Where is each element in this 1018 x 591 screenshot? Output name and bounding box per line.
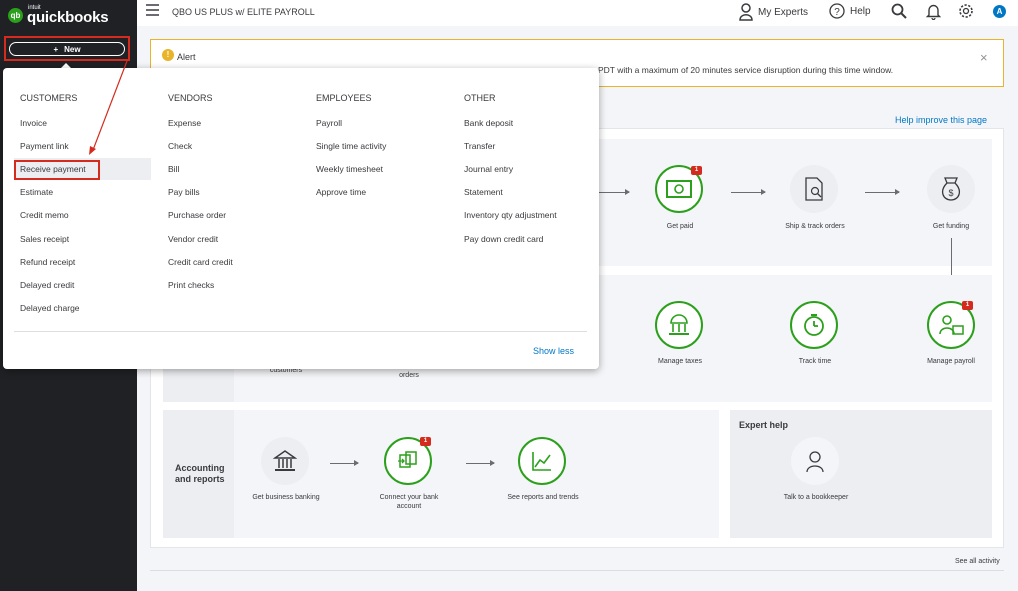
menu-item-check[interactable]: Check — [168, 141, 192, 151]
track-time-icon[interactable] — [790, 301, 838, 349]
new-button[interactable]: + New — [9, 42, 125, 56]
connect-account-icon — [398, 451, 417, 468]
alert-warning-icon: ! — [162, 49, 174, 61]
my-experts-label: My Experts — [758, 6, 809, 18]
line-chart-icon — [532, 452, 551, 471]
menu-column-heading: EMPLOYEES — [316, 93, 372, 103]
notifications-bell-icon[interactable] — [926, 3, 941, 20]
menu-item-statement[interactable]: Statement — [464, 187, 503, 197]
menu-divider — [14, 331, 587, 332]
ship-track-icon[interactable] — [790, 165, 838, 213]
menu-item-print-checks[interactable]: Print checks — [168, 280, 214, 290]
new-button-label: New — [64, 44, 81, 54]
content-divider — [150, 570, 1004, 571]
menu-item-bill[interactable]: Bill — [168, 164, 179, 174]
show-less-link[interactable]: Show less — [533, 346, 574, 356]
qb-logo-icon: qb — [8, 8, 23, 23]
menu-item-estimate[interactable]: Estimate — [20, 187, 53, 197]
ship-track-caption: Ship & track orders — [785, 223, 845, 230]
notification-badge: 1 — [691, 166, 702, 175]
alert-title: Alert — [177, 52, 196, 62]
menu-item-approve-time[interactable]: Approve time — [316, 187, 366, 197]
person-headset-icon — [806, 451, 824, 473]
help-icon: ? — [829, 3, 845, 19]
menu-item-bank-deposit[interactable]: Bank deposit — [464, 118, 513, 128]
business-banking-caption: Get business banking — [252, 494, 320, 501]
flow-arrow — [466, 460, 495, 466]
menu-column-heading: VENDORS — [168, 93, 213, 103]
menu-item-delayed-credit[interactable]: Delayed credit — [20, 280, 74, 290]
user-avatar[interactable]: A — [993, 5, 1006, 18]
plus-icon: + — [53, 44, 59, 54]
see-reports-icon[interactable] — [518, 437, 566, 485]
manage-taxes-icon[interactable] — [655, 301, 703, 349]
svg-text:?: ? — [834, 7, 840, 18]
government-building-icon — [669, 314, 689, 335]
menu-item-pay-down-credit-card[interactable]: Pay down credit card — [464, 234, 543, 244]
company-name: QBO US PLUS w/ ELITE PAYROLL — [172, 7, 315, 17]
bookkeeper-caption: Talk to a bookkeeper — [783, 494, 849, 501]
get-funding-caption: Get funding — [932, 223, 970, 230]
menu-column-heading: OTHER — [464, 93, 496, 103]
menu-item-pay-bills[interactable]: Pay bills — [168, 187, 200, 197]
orders-caption: orders — [399, 372, 419, 379]
connect-bank-caption: Connect your bank account — [379, 494, 439, 510]
alert-message: PDT with a maximum of 20 minutes service… — [598, 65, 894, 75]
track-time-caption: Track time — [798, 358, 832, 365]
flow-arrow — [865, 189, 900, 195]
expert-help-title: Expert help — [739, 420, 789, 430]
row-accounting-body — [234, 410, 719, 538]
settings-gear-icon[interactable] — [958, 3, 974, 19]
my-experts-button[interactable]: My Experts — [739, 3, 808, 21]
document-search-icon — [805, 177, 823, 201]
money-bag-icon: $ — [941, 177, 961, 201]
quickbooks-logo[interactable]: qb intuit quickbooks — [8, 4, 109, 26]
menu-item-credit-card-credit[interactable]: Credit card credit — [168, 257, 233, 267]
cash-icon — [666, 180, 692, 198]
manage-payroll-caption: Manage payroll — [927, 358, 975, 365]
see-reports-caption: See reports and trends — [507, 494, 579, 501]
menu-item-payment-link[interactable]: Payment link — [20, 141, 69, 151]
menu-item-purchase-order[interactable]: Purchase order — [168, 210, 226, 220]
accounting-reports-label: Accounting and reports — [175, 463, 225, 484]
payroll-people-icon — [939, 315, 964, 335]
person-icon — [739, 3, 753, 21]
hamburger-menu-icon[interactable] — [146, 4, 159, 16]
menu-item-receive-payment[interactable]: Receive payment — [20, 164, 86, 174]
bookkeeper-icon[interactable] — [791, 437, 839, 485]
notification-badge: 1 — [962, 301, 973, 310]
menu-item-delayed-charge[interactable]: Delayed charge — [20, 303, 80, 313]
business-banking-icon[interactable] — [261, 437, 309, 485]
manage-taxes-caption: Manage taxes — [658, 358, 702, 365]
stopwatch-icon — [804, 314, 824, 336]
help-label: Help — [850, 5, 871, 17]
svg-text:$: $ — [948, 188, 953, 198]
help-improve-link[interactable]: Help improve this page — [895, 115, 987, 125]
see-all-activity-link[interactable]: See all activity — [955, 558, 1000, 565]
flow-arrow — [597, 189, 630, 195]
menu-item-single-time-activity[interactable]: Single time activity — [316, 141, 386, 151]
menu-item-transfer[interactable]: Transfer — [464, 141, 495, 151]
bank-icon — [273, 450, 297, 471]
menu-item-vendor-credit[interactable]: Vendor credit — [168, 234, 218, 244]
menu-item-journal-entry[interactable]: Journal entry — [464, 164, 513, 174]
menu-item-refund-receipt[interactable]: Refund receipt — [20, 257, 75, 267]
menu-item-expense[interactable]: Expense — [168, 118, 201, 128]
flow-arrow — [330, 460, 359, 466]
get-paid-caption: Get paid — [666, 223, 694, 230]
menu-item-invoice[interactable]: Invoice — [20, 118, 47, 128]
menu-item-weekly-timesheet[interactable]: Weekly timesheet — [316, 164, 383, 174]
menu-item-payroll[interactable]: Payroll — [316, 118, 342, 128]
get-funding-icon[interactable]: $ — [927, 165, 975, 213]
menu-item-inventory-qty-adjustment[interactable]: Inventory qty adjustment — [464, 210, 557, 220]
search-icon[interactable] — [891, 3, 907, 19]
menu-column-heading: CUSTOMERS — [20, 93, 78, 103]
help-button[interactable]: ? Help — [829, 3, 871, 19]
flow-arrow — [731, 189, 766, 195]
notification-badge: 1 — [420, 437, 431, 446]
alert-close-icon[interactable]: × — [980, 50, 988, 65]
menu-item-sales-receipt[interactable]: Sales receipt — [20, 234, 69, 244]
quickbooks-wordmark: quickbooks — [27, 9, 109, 26]
menu-item-credit-memo[interactable]: Credit memo — [20, 210, 69, 220]
